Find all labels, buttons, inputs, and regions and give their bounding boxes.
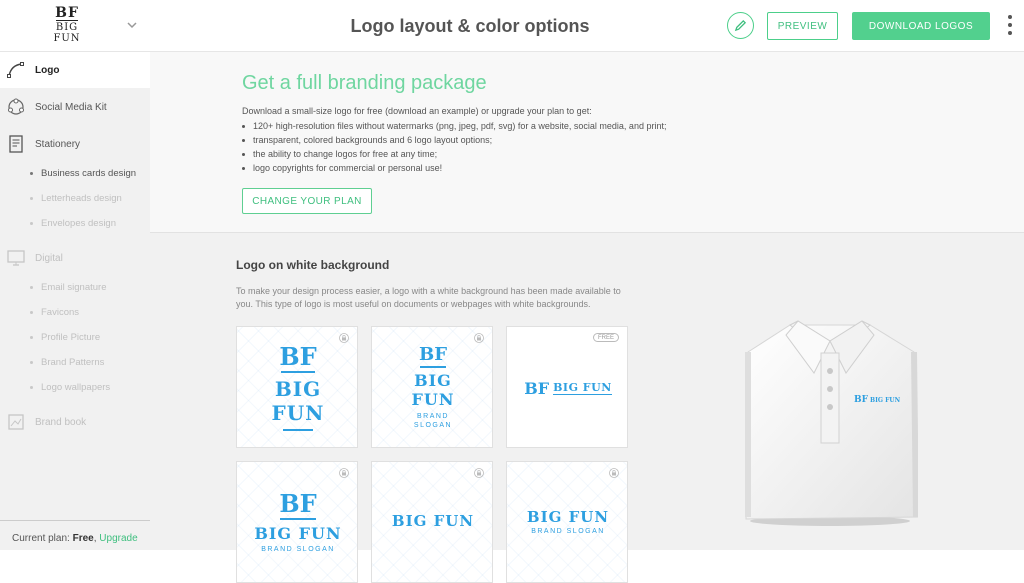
list-item: logo copyrights for commercial or person… — [242, 161, 666, 175]
logo-initials: BF — [419, 344, 447, 365]
sidebar-sub-business-cards[interactable]: Business cards design — [30, 168, 136, 179]
upgrade-link[interactable]: Upgrade — [99, 533, 137, 544]
list-item: the ability to change logos for free at … — [242, 147, 666, 161]
list-item: 120+ high-resolution files without water… — [242, 119, 666, 133]
plan-separator: , — [93, 533, 97, 544]
share-network-icon — [8, 98, 24, 115]
sidebar-sub-email-signature[interactable]: Email signature — [30, 282, 106, 293]
logo-initials: BF — [279, 342, 317, 371]
download-logos-button[interactable]: DOWNLOAD LOGOS — [852, 12, 990, 40]
brand-line1: BIG — [55, 22, 79, 33]
logo-preview: BIG FUN BRAND SLOGAN — [507, 462, 627, 582]
sidebar-item-digital[interactable]: Digital — [0, 240, 150, 276]
logo-slogan: BRAND — [416, 413, 449, 420]
promo-title: Get a full branding package — [242, 72, 487, 94]
plan-value: Free — [72, 533, 94, 544]
logo-name: BIG FUN — [526, 508, 610, 526]
logo-slogan: BRAND SLOGAN — [531, 528, 605, 535]
list-item: transparent, colored backgrounds and 6 l… — [242, 133, 666, 147]
logo-slogan: SLOGAN — [413, 422, 453, 429]
brand-logo[interactable]: BF BIG FUN — [16, 2, 118, 50]
logo-preview: BF BIG FUN BRAND SLOGAN — [237, 462, 357, 582]
sidebar-sub-logo-wallpapers[interactable]: Logo wallpapers — [30, 382, 110, 393]
sidebar-item-logo[interactable]: Logo — [0, 52, 150, 88]
chevron-down-icon[interactable] — [125, 18, 139, 32]
brand-logo-mark: BF BIG FUN — [53, 5, 81, 44]
sidebar-item-stationery[interactable]: Stationery — [0, 126, 150, 162]
polo-shirt-mockup: BF BIG FUN — [742, 317, 919, 527]
logo-word: BIG — [274, 377, 322, 401]
logo-variant-card-free[interactable]: FREE BF BIG FUN — [506, 326, 628, 448]
sidebar-item-brand-book[interactable]: Brand book — [0, 404, 150, 440]
logo-name: BIG FUN — [870, 396, 901, 404]
more-options-icon[interactable] — [1003, 15, 1017, 35]
monitor-icon — [7, 250, 25, 266]
logo-word: FUN — [411, 390, 455, 409]
logo-preview: BF BIG FUN BRAND SLOGAN — [372, 327, 492, 447]
vector-path-icon — [7, 62, 24, 78]
current-plan-bar: Current plan: Free, Upgrade — [0, 520, 150, 550]
section-description: To make your design process easier, a lo… — [236, 286, 621, 309]
document-icon — [9, 135, 23, 153]
logo-initials: BF — [279, 489, 317, 518]
brand-initials: BF — [55, 5, 79, 21]
promo-benefits-list: 120+ high-resolution files without water… — [242, 119, 666, 175]
logo-initials: BF — [524, 378, 550, 398]
logo-name: BIG FUN — [254, 524, 342, 543]
sidebar-sub-profile-picture[interactable]: Profile Picture — [30, 332, 100, 343]
sidebar-sub-envelopes[interactable]: Envelopes design — [30, 218, 116, 229]
logo-variant-card[interactable]: BF BIG FUN BRAND SLOGAN — [236, 461, 358, 583]
logo-word: BIG — [414, 371, 452, 390]
polo-shirt-image — [745, 320, 919, 526]
sidebar-item-label: Social Media Kit — [35, 101, 107, 113]
sub-label: Email signature — [41, 282, 107, 293]
top-bar: BF BIG FUN Logo layout & color options P… — [0, 0, 1024, 52]
logo-variant-card[interactable]: BIG FUN BRAND SLOGAN — [506, 461, 628, 583]
logo-horizontal: BF BIG FUN — [524, 379, 612, 398]
white-background-section: Logo on white background To make your de… — [150, 233, 1024, 583]
sidebar-item-label: Digital — [35, 252, 63, 264]
sidebar-sub-brand-patterns[interactable]: Brand Patterns — [30, 357, 104, 368]
logo-preview: BF BIG FUN — [507, 327, 627, 447]
logo-variant-card[interactable]: BF BIG FUN BRAND SLOGAN — [371, 326, 493, 448]
promo-lead: Download a small-size logo for free (dow… — [242, 106, 592, 116]
shirt-logo: BF BIG FUN — [854, 395, 900, 405]
brand-line2: FUN — [53, 33, 81, 44]
logo-name: BIG FUN — [553, 381, 612, 395]
plan-prefix: Current plan: — [12, 533, 70, 544]
sub-label: Logo wallpapers — [41, 382, 111, 393]
pencil-icon — [734, 19, 747, 32]
sidebar-sub-letterheads[interactable]: Letterheads design — [30, 193, 122, 204]
logo-preview: BF BIG FUN — [237, 327, 357, 447]
logo-initials: BF — [854, 395, 868, 405]
sub-label: Profile Picture — [41, 332, 101, 343]
page-title: Logo layout & color options — [350, 16, 590, 36]
logo-word: FUN — [271, 401, 325, 425]
logo-variant-card[interactable]: BF BIG FUN — [236, 326, 358, 448]
sub-label: Letterheads design — [41, 193, 122, 204]
section-title: Logo on white background — [236, 258, 390, 272]
sub-label: Business cards design — [41, 168, 137, 179]
sidebar-sub-favicons[interactable]: Favicons — [30, 307, 79, 318]
change-plan-button[interactable]: CHANGE YOUR PLAN — [242, 188, 372, 214]
sidebar-item-label: Stationery — [35, 138, 81, 150]
logo-variant-card[interactable]: BIG FUN — [371, 461, 493, 583]
edit-button[interactable] — [727, 12, 754, 39]
sub-label: Brand Patterns — [41, 357, 105, 368]
book-icon — [8, 414, 24, 430]
branding-package-promo: Get a full branding package Download a s… — [150, 52, 1024, 233]
sidebar-item-label: Logo — [35, 64, 60, 76]
current-plan-text: Current plan: Free, Upgrade — [12, 533, 138, 544]
sub-label: Envelopes design — [41, 218, 116, 229]
sub-label: Favicons — [41, 307, 80, 318]
logo-name: BIG FUN — [391, 512, 475, 530]
sidebar: Logo Social Media Kit Stationery Busines… — [0, 52, 150, 550]
sidebar-item-social-media-kit[interactable]: Social Media Kit — [0, 89, 150, 125]
preview-button[interactable]: PREVIEW — [767, 12, 838, 40]
sidebar-item-label: Brand book — [35, 416, 87, 428]
logo-preview: BIG FUN — [372, 462, 492, 582]
